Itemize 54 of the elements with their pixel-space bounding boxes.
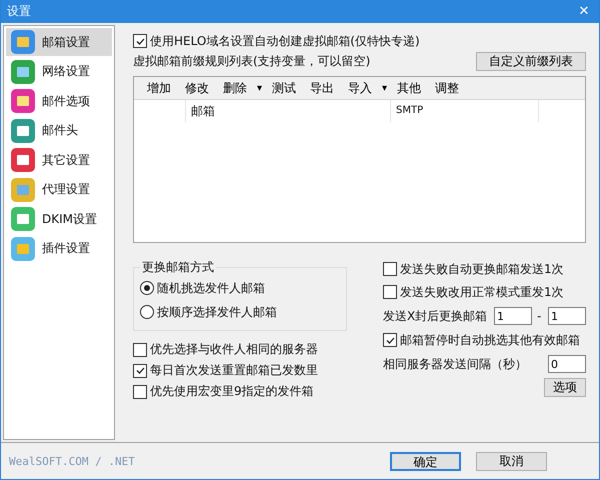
option-checkbox[interactable]: 优先使用宏变里9指定的发件箱 [133,381,363,402]
column-header[interactable]: SMTP [391,100,539,122]
checkbox[interactable] [133,364,147,378]
interval-label: 相同服务器发送间隔（秒） [383,356,527,372]
dropdown-button[interactable]: ▾ [379,78,390,98]
checkmark-icon [134,365,146,376]
switch-after-label: 发送X封后更换邮箱 [383,308,488,324]
input-field[interactable]: 0 [548,355,586,373]
radio-option[interactable]: 随机挑选发件人邮箱 [140,276,340,300]
radio-button[interactable] [140,305,154,319]
sidebar-item[interactable]: 其它设置 [6,146,112,174]
window-title: 设置 [7,3,31,20]
toolbar-button[interactable]: 增加 [140,78,178,98]
close-button[interactable]: ✕ [569,0,599,23]
toolbar-button[interactable]: 调整 [428,78,466,98]
prefix-list-label: 虚拟邮箱前缀规则列表(支持变量，可以留空) [133,53,370,70]
option-checkbox[interactable]: 发送失败改用正常模式重发1次 [383,282,586,302]
checkbox[interactable] [383,285,397,299]
cancel-button[interactable]: 取消 [476,452,547,470]
checkbox[interactable] [133,384,147,398]
custom-prefix-button[interactable]: 自定义前缀列表 [476,52,586,71]
toolbar-button[interactable]: 删除 [216,78,254,98]
input-field[interactable]: 1 [548,307,586,325]
option-checkbox[interactable]: 邮箱暂停时自动挑选其他有效邮箱 [383,330,586,350]
sidebar-item[interactable]: 邮件选项 [6,87,112,115]
sidebar-item[interactable]: 邮件头 [6,116,112,144]
ok-button[interactable]: 确定 [390,452,461,470]
brand-text: WealSOFT.COM / .NET [9,454,135,468]
sidebar-item[interactable]: 插件设置 [6,234,112,262]
option-checkbox[interactable]: 发送失败自动更换邮箱发送1次 [383,259,586,279]
checkbox[interactable] [383,262,397,276]
toolbar-button[interactable]: 导出 [303,78,342,98]
range-separator: - [537,309,542,323]
input-field[interactable]: 1 [494,307,532,325]
toolbar-button[interactable]: 修改 [178,78,216,98]
sidebar-item[interactable]: 网络设置 [6,58,112,86]
sidebar-item[interactable]: 邮箱设置 [6,28,112,56]
sidebar-item[interactable]: DKIM设置 [6,205,112,233]
toolbar-button[interactable]: 导入 [341,78,380,98]
options-button[interactable]: 选项 [544,378,586,397]
radio-button[interactable] [140,281,154,295]
group-title: 更换邮箱方式 [141,259,215,276]
option-checkbox[interactable]: 每日首次发送重置邮箱已发数里 [133,360,363,381]
dropdown-button[interactable]: ▾ [254,78,266,98]
checkbox[interactable] [133,342,147,356]
sidebar-item[interactable]: 代理设置 [6,176,112,204]
radio-option[interactable]: 按顺序选择发件人邮箱 [140,300,340,324]
column-header[interactable]: 邮箱 [186,100,391,122]
helo-checkbox[interactable]: 使用HELO域名设置自动创建虚拟邮箱(仅特快专递) [133,31,586,51]
option-checkbox[interactable]: 优先选择与收件人相同的服务器 [133,339,363,360]
toolbar-button[interactable]: 测试 [265,78,304,98]
toolbar-button[interactable]: 其他 [390,78,428,98]
checkbox[interactable] [383,333,397,347]
checkbox[interactable] [133,34,147,48]
